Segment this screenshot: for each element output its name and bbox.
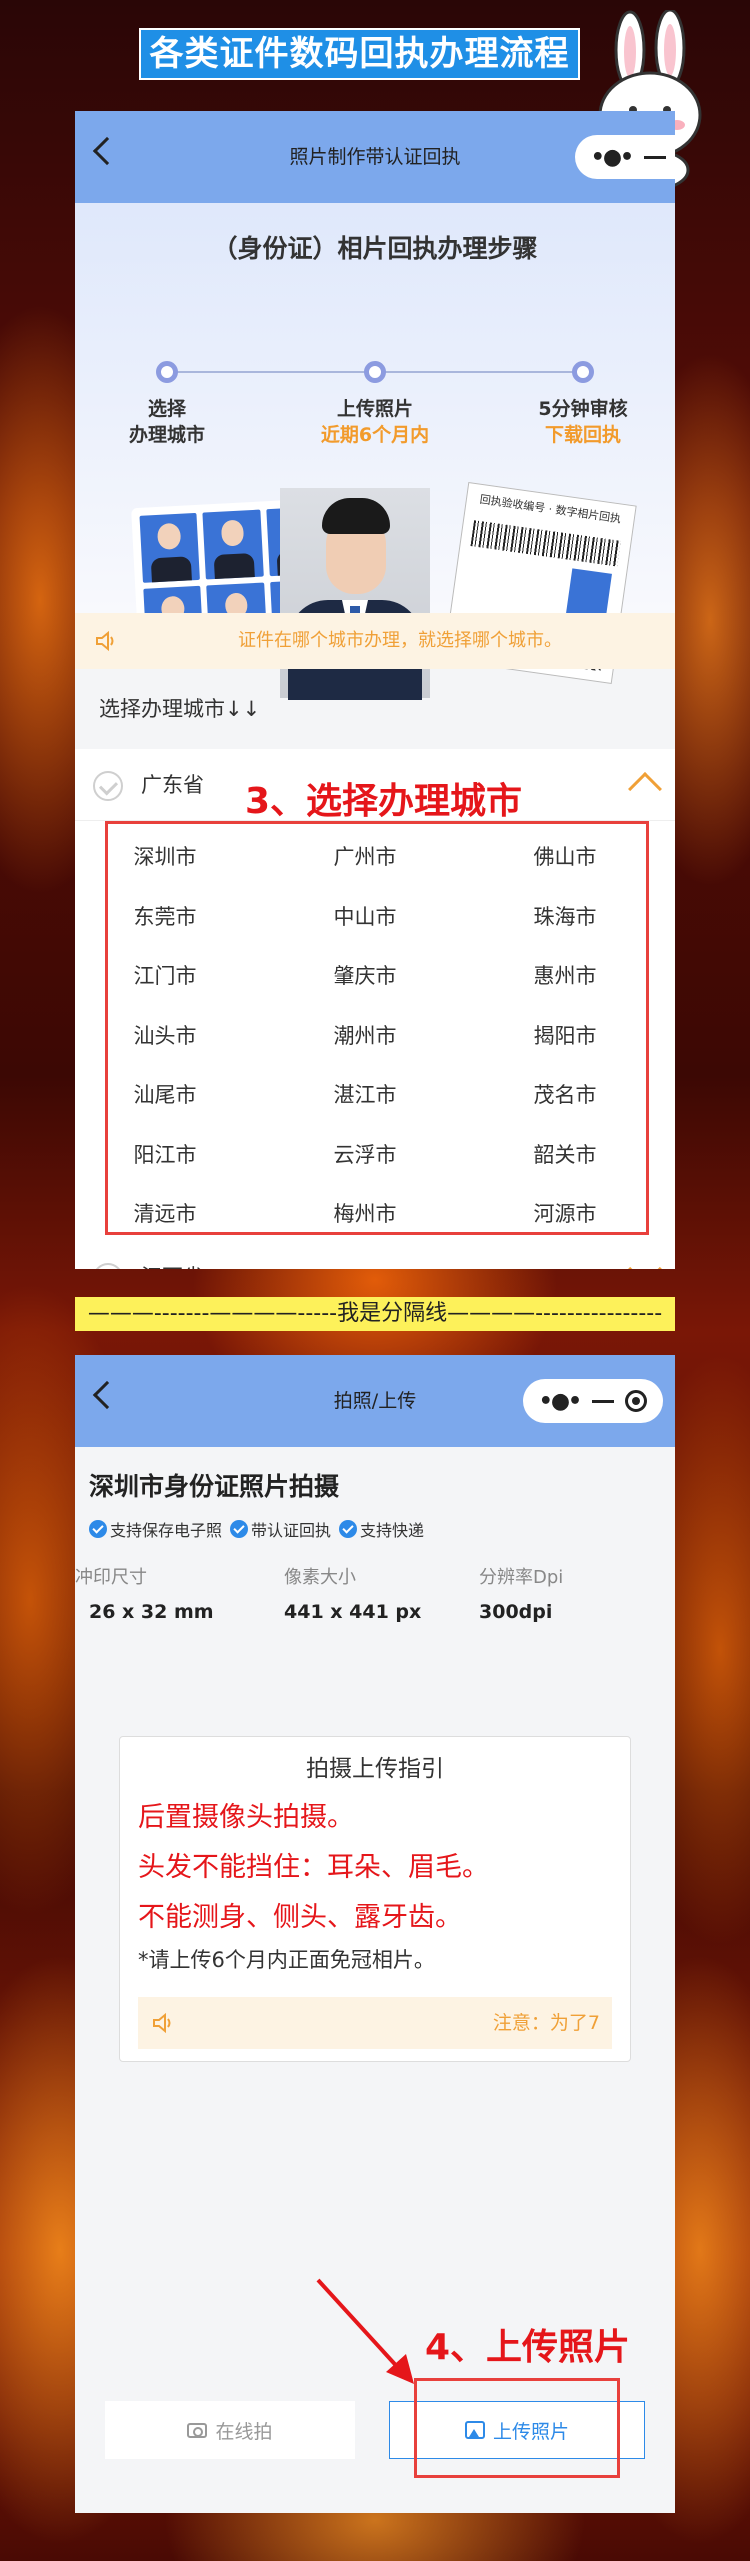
step-1-label: 选择 xyxy=(147,398,186,420)
divider-bar: ———-------————-----我是分隔线————------------… xyxy=(75,1297,675,1331)
badge: 带认证回执 xyxy=(230,1517,331,1541)
upload-guide-card: 拍摄上传指引 后置摄像头拍摄。 头发不能挡住：耳朵、眉毛。 不能测身、侧头、露牙… xyxy=(119,1736,631,2062)
step-1: 选择 办理城市 xyxy=(87,396,247,448)
portrait-hair xyxy=(322,498,390,534)
speaker-icon xyxy=(153,2012,171,2034)
province-jiangxi[interactable]: 江西省 xyxy=(75,1241,675,1269)
check-circle-icon xyxy=(339,1520,358,1538)
spec-table: 冲印尺寸 像素大小 分辨率Dpi 26 x 32 mm 441 x 441 px… xyxy=(75,1541,675,1661)
spec-value-dpi: 300dpi xyxy=(479,1601,553,1623)
province-name: 广东省 xyxy=(141,773,204,797)
steps-title: （身份证）相片回执办理步骤 xyxy=(212,234,538,263)
minimize-icon[interactable] xyxy=(591,1399,614,1403)
step-2: 上传照片 近期6个月内 xyxy=(295,396,455,448)
guide-notice-bar: 注意：为了7 xyxy=(138,1997,612,2049)
badge: 支持快递 xyxy=(339,1517,424,1541)
spec-header-dpi: 分辨率Dpi xyxy=(479,1567,564,1588)
minimize-icon[interactable] xyxy=(643,155,666,159)
badge-label: 支持快递 xyxy=(360,1521,425,1540)
steps-card: （身份证）相片回执办理步骤 选择 办理城市 上传照片 近期6个月内 5分钟审核 … xyxy=(75,203,675,700)
notice-text: 证件在哪个城市办理，就选择哪个城市。 xyxy=(238,630,562,651)
badge: 支持保存电子照 xyxy=(89,1517,222,1541)
badge-label: 支持保存电子照 xyxy=(110,1521,223,1540)
nav-bar: 照片制作带认证回执 •●• xyxy=(75,111,675,203)
step-3-sub: 下载回执 xyxy=(544,424,621,446)
guide-rule: 后置摄像头拍摄。 xyxy=(138,1802,354,1833)
check-circle-icon xyxy=(230,1520,249,1538)
step-3-label: 5分钟审核 xyxy=(538,398,628,420)
badge-label: 带认证回执 xyxy=(251,1521,332,1540)
city-highlight-box xyxy=(105,821,649,1235)
check-badge-icon xyxy=(93,1263,123,1269)
camera-icon xyxy=(187,2422,208,2438)
spec-value-pixels: 441 x 441 px xyxy=(284,1601,422,1623)
mini-program-capsule[interactable]: •●• xyxy=(575,135,675,179)
province-name: 江西省 xyxy=(141,1241,204,1269)
online-shoot-button[interactable]: 在线拍 xyxy=(105,2401,355,2459)
step-dot-1 xyxy=(156,361,178,383)
step-dot-2 xyxy=(364,361,386,383)
more-dots-icon[interactable]: •●• xyxy=(539,1389,582,1414)
chevron-up-icon[interactable] xyxy=(628,772,662,806)
more-dots-icon[interactable]: •●• xyxy=(591,145,634,170)
guide-rule: 不能测身、侧头、露牙齿。 xyxy=(138,1902,462,1933)
step-1-sub: 办理城市 xyxy=(128,424,205,446)
spec-value-size: 26 x 32 mm xyxy=(89,1601,214,1623)
spec-header-pixels: 像素大小 xyxy=(284,1567,356,1588)
pointer-arrow-icon xyxy=(316,2278,414,2384)
close-target-icon[interactable] xyxy=(625,1390,648,1412)
step-3: 5分钟审核 下载回执 xyxy=(503,396,663,448)
step4-annotation: 4、上传照片 xyxy=(425,2327,631,2368)
spec-header-size: 冲印尺寸 xyxy=(75,1567,147,1588)
step3-annotation: 3、选择办理城市 xyxy=(245,781,523,822)
step-dot-3 xyxy=(572,361,594,383)
guide-notice-text: 注意：为了7 xyxy=(492,2012,600,2034)
step-2-label: 上传照片 xyxy=(336,398,413,420)
feature-badges: 支持保存电子照 带认证回执 支持快递 xyxy=(75,1503,675,1541)
guide-title: 拍摄上传指引 xyxy=(306,1756,444,1782)
upload-title: 深圳市身份证照片拍摄 xyxy=(89,1472,340,1501)
check-badge-icon xyxy=(93,771,123,801)
page-title: 各类证件数码回执办理流程 xyxy=(139,28,580,80)
notice-bar: 证件在哪个城市办理，就选择哪个城市。 xyxy=(75,613,675,669)
upload-highlight-box xyxy=(414,2378,620,2478)
step-2-sub: 近期6个月内 xyxy=(320,424,430,446)
check-circle-icon xyxy=(89,1520,107,1538)
id-photo xyxy=(139,512,201,583)
chevron-down-icon[interactable] xyxy=(628,1252,662,1269)
nav-bar: 拍照/上传 •●• xyxy=(75,1355,675,1447)
online-shoot-label: 在线拍 xyxy=(215,2420,273,2443)
guide-rule: 头发不能挡住：耳朵、眉毛。 xyxy=(138,1852,489,1883)
guide-note: *请上传6个月内正面免冠相片。 xyxy=(138,1948,435,1972)
id-photo xyxy=(202,509,264,580)
mini-program-capsule[interactable]: •●• xyxy=(523,1379,663,1423)
